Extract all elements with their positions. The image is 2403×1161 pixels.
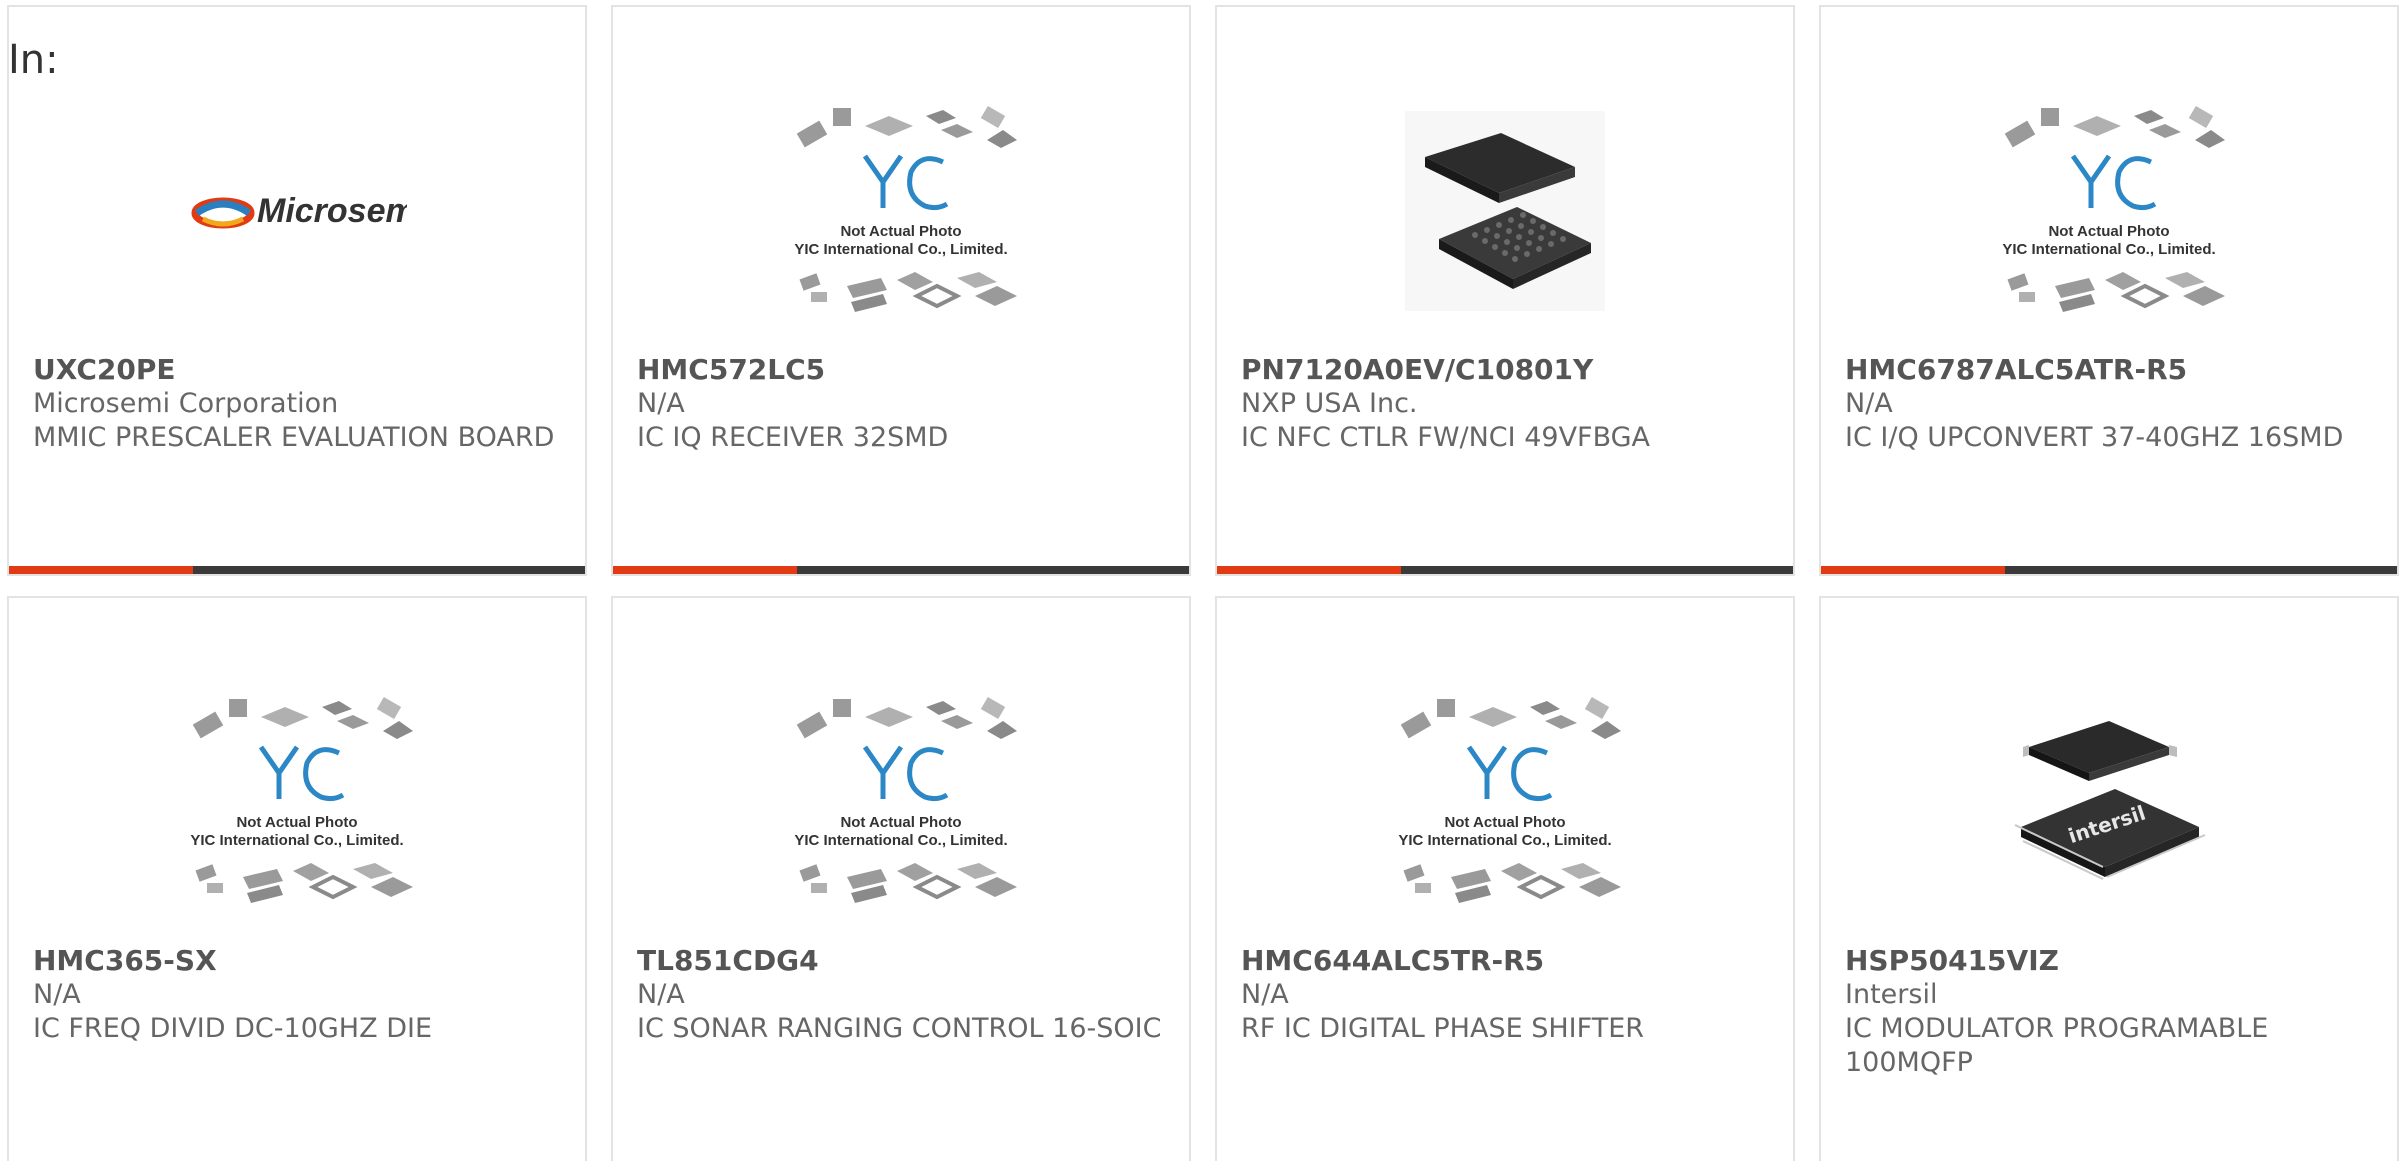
product-info: HMC6787ALC5ATR-R5 N/A IC I/Q UPCONVERT 3…	[1845, 353, 2377, 455]
manufacturer: N/A	[33, 979, 81, 1010]
product-card[interactable]: intersil HSP50415VIZ Intersil IC MODULAT…	[1819, 596, 2399, 1161]
product-image[interactable]: Not Actual Photo YIC International Co., …	[1821, 71, 2397, 351]
description: IC FREQ DIVID DC-10GHZ DIE	[33, 1013, 433, 1044]
description: IC IQ RECEIVER 32SMD	[637, 422, 949, 453]
manufacturer: NXP USA Inc.	[1241, 388, 1418, 419]
part-number-link[interactable]: UXC20PE	[33, 353, 565, 387]
card-bottom-bar	[613, 566, 1189, 574]
yic-placeholder-icon: Not Actual Photo YIC International Co., …	[794, 105, 1017, 312]
filter-prefix-label: In:	[8, 37, 59, 83]
card-bottom-bar	[1821, 566, 2397, 574]
part-number-link[interactable]: HMC572LC5	[637, 353, 1169, 387]
product-card[interactable]: Not Actual Photo YIC International Co., …	[1215, 596, 1795, 1161]
description: MMIC PRESCALER EVALUATION BOARD	[33, 422, 555, 453]
svg-text:Not Actual Photo: Not Actual Photo	[840, 814, 961, 831]
yic-placeholder-icon: Not Actual Photo YIC International Co., …	[2002, 105, 2225, 312]
product-card[interactable]: Microsemi UXC20PE Microsemi Corporation …	[7, 5, 587, 576]
product-info: UXC20PE Microsemi Corporation MMIC PRESC…	[33, 353, 565, 455]
svg-text:YIC International Co., Limited: YIC International Co., Limited.	[794, 241, 1007, 258]
product-card[interactable]: PN7120A0EV/C10801Y NXP USA Inc. IC NFC C…	[1215, 5, 1795, 576]
card-accent	[613, 566, 797, 574]
part-number-link[interactable]: TL851CDG4	[637, 944, 1169, 978]
product-image[interactable]: Microsemi	[9, 71, 585, 351]
product-info: HMC572LC5 N/A IC IQ RECEIVER 32SMD	[637, 353, 1169, 455]
product-card[interactable]: Not Actual Photo YIC International Co., …	[611, 5, 1191, 576]
card-bottom-bar	[1217, 566, 1793, 574]
part-number-link[interactable]: HMC6787ALC5ATR-R5	[1845, 353, 2377, 387]
svg-text:YIC International Co., Limited: YIC International Co., Limited.	[1398, 832, 1611, 849]
product-listing-page: In: Microsemi UXC20PE Microsemi Corporat…	[0, 0, 2403, 1161]
yic-placeholder-icon: Not Actual Photo YIC International Co., …	[190, 696, 413, 903]
svg-text:YIC International Co., Limited: YIC International Co., Limited.	[2002, 241, 2215, 258]
product-card[interactable]: Not Actual Photo YIC International Co., …	[7, 596, 587, 1161]
yic-placeholder-icon: Not Actual Photo YIC International Co., …	[794, 696, 1017, 903]
product-info: TL851CDG4 N/A IC SONAR RANGING CONTROL 1…	[637, 944, 1169, 1046]
product-info: HMC365-SX N/A IC FREQ DIVID DC-10GHZ DIE	[33, 944, 565, 1046]
description: IC NFC CTLR FW/NCI 49VFBGA	[1241, 422, 1651, 453]
svg-text:Microsemi: Microsemi	[257, 192, 407, 230]
yic-placeholder-icon: Not Actual Photo YIC International Co., …	[1398, 696, 1621, 903]
product-info: HMC644ALC5TR-R5 N/A RF IC DIGITAL PHASE …	[1241, 944, 1773, 1046]
svg-text:Not Actual Photo: Not Actual Photo	[840, 223, 961, 240]
card-accent	[9, 566, 193, 574]
product-image[interactable]: Not Actual Photo YIC International Co., …	[613, 71, 1189, 351]
product-image[interactable]: Not Actual Photo YIC International Co., …	[1217, 662, 1793, 942]
description: IC SONAR RANGING CONTROL 16-SOIC	[637, 1013, 1162, 1044]
microsemi-logo-icon: Microsemi	[191, 192, 407, 230]
part-number-link[interactable]: PN7120A0EV/C10801Y	[1241, 353, 1773, 387]
svg-text:Not Actual Photo: Not Actual Photo	[1444, 814, 1565, 831]
description: RF IC DIGITAL PHASE SHIFTER	[1241, 1013, 1645, 1044]
manufacturer: Intersil	[1845, 979, 1938, 1010]
manufacturer: N/A	[637, 388, 685, 419]
description: IC I/Q UPCONVERT 37-40GHZ 16SMD	[1845, 422, 2344, 453]
product-image[interactable]: Not Actual Photo YIC International Co., …	[613, 662, 1189, 942]
product-image[interactable]: intersil	[1821, 662, 2397, 942]
product-info: PN7120A0EV/C10801Y NXP USA Inc. IC NFC C…	[1241, 353, 1773, 455]
product-card[interactable]: Not Actual Photo YIC International Co., …	[1819, 5, 2399, 576]
manufacturer: N/A	[1845, 388, 1893, 419]
part-number-link[interactable]: HMC365-SX	[33, 944, 565, 978]
product-image[interactable]: Not Actual Photo YIC International Co., …	[9, 662, 585, 942]
card-bottom-bar	[9, 566, 585, 574]
qfp-chip-icon: intersil	[2014, 721, 2206, 880]
manufacturer: Microsemi Corporation	[33, 388, 339, 419]
card-accent	[1821, 566, 2005, 574]
product-grid: Microsemi UXC20PE Microsemi Corporation …	[0, 0, 2403, 1161]
part-number-link[interactable]: HSP50415VIZ	[1845, 944, 2377, 978]
manufacturer: N/A	[1241, 979, 1289, 1010]
svg-text:Not Actual Photo: Not Actual Photo	[2048, 223, 2169, 240]
svg-text:YIC International Co., Limited: YIC International Co., Limited.	[794, 832, 1007, 849]
svg-text:Not Actual Photo: Not Actual Photo	[236, 814, 357, 831]
product-info: HSP50415VIZ Intersil IC MODULATOR PROGRA…	[1845, 944, 2377, 1080]
product-image[interactable]	[1217, 71, 1793, 351]
product-card[interactable]: Not Actual Photo YIC International Co., …	[611, 596, 1191, 1161]
card-accent	[1217, 566, 1401, 574]
bga-chip-icon	[1405, 111, 1605, 311]
svg-text:YIC International Co., Limited: YIC International Co., Limited.	[190, 832, 403, 849]
part-number-link[interactable]: HMC644ALC5TR-R5	[1241, 944, 1773, 978]
manufacturer: N/A	[637, 979, 685, 1010]
description: IC MODULATOR PROGRAMABLE 100MQFP	[1845, 1013, 2269, 1078]
